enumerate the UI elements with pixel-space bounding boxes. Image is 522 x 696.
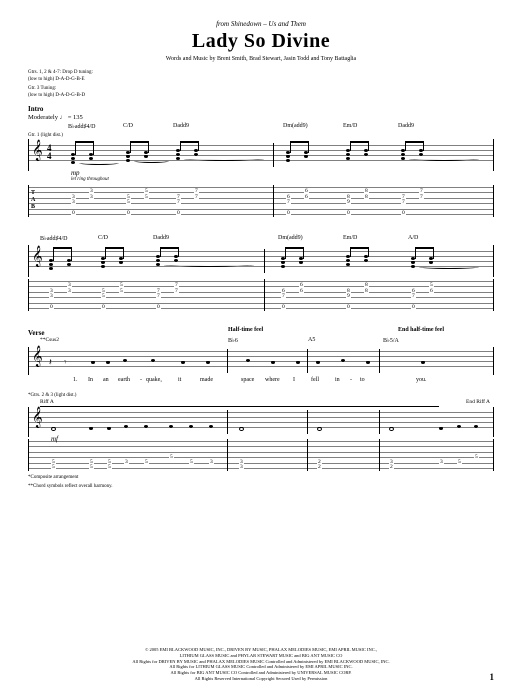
vocal-staff: 𝄞 𝄽 𝄾 <box>28 347 494 375</box>
gtr-label-2: *Gtrs. 2 & 3 (light dist.) <box>28 393 494 398</box>
notation-staff-1: 𝄞 44 mp let ring throughout <box>28 139 494 171</box>
page-number: 1 <box>490 672 495 682</box>
verse-system: Verse **Csus2 B♭6 A5 B♭5/A Half-time fee… <box>28 329 494 489</box>
footnote-2: **Chord symbols reflect overall harmony. <box>28 484 494 489</box>
tab-staff-2: 330 33 550 55 770 77 670 66 890 88 670 5… <box>28 279 494 311</box>
source-line: from Shinedown – Us and Them <box>28 20 494 28</box>
riff-end: End Riff A <box>466 399 490 405</box>
guitar-tab-verse: 55 55 55 3 5 5 5 3 33 22 32 3 5 5 <box>28 439 494 471</box>
end-half-time-feel: End half-time feel <box>398 327 444 333</box>
chord-row-1: B♭add♯4/D C/D Dadd9 Dm(add9) Em/D Dadd9 <box>28 123 494 133</box>
chord: A/D <box>408 235 418 241</box>
sheet-header: from Shinedown – Us and Them Lady So Div… <box>28 20 494 62</box>
gtr-label: Gtr. 1 (light dist.) <box>28 133 494 138</box>
chord: B♭add♯4/D <box>40 235 68 242</box>
chord: Dadd9 <box>153 235 169 241</box>
copyright-line: All Rights Reserved International Copyri… <box>28 676 494 682</box>
lyric-num: 1. <box>73 377 78 383</box>
system-2: B♭add♯4/D C/D Dadd9 Dm(add9) Em/D A/D 𝄞 … <box>28 235 494 311</box>
chord: Em/D <box>343 235 357 241</box>
intro-label: Intro <box>28 105 494 113</box>
half-time-feel: Half-time feel <box>228 327 263 333</box>
tuning-line-4: (low to high) D-A-D-G-B-D <box>28 93 494 100</box>
barline <box>264 249 265 273</box>
treble-clef-icon: 𝄞 <box>32 247 43 265</box>
verse-chord-row: **Csus2 B♭6 A5 B♭5/A Half-time feel End … <box>28 337 494 347</box>
chord: Dadd9 <box>398 123 414 129</box>
chord: B♭5/A <box>383 337 399 344</box>
chord: C/D <box>123 123 133 129</box>
barline <box>227 349 228 373</box>
intro-heading: Intro Moderately ♩ = 135 <box>28 105 494 121</box>
dynamic-mp: mp <box>71 169 80 177</box>
copyright-footer: © 2005 EMI BLACKWOOD MUSIC, INC., DRIVEN… <box>28 647 494 682</box>
chord: B♭add♯4/D <box>68 123 96 130</box>
time-signature: 44 <box>47 144 52 160</box>
tuning-block: Gtrs. 1, 2 & 4-7: Drop D tuning: (low to… <box>28 70 494 99</box>
notation-staff-2: 𝄞 <box>28 245 494 277</box>
chord: Em/D <box>343 123 357 129</box>
chord: Dm(add9) <box>278 235 303 241</box>
tab-staff-1: T A B 330 33 550 55 770 77 670 66 890 88… <box>28 185 494 217</box>
treble-clef-icon: 𝄞 <box>32 408 43 426</box>
chord-row-2: B♭add♯4/D C/D Dadd9 Dm(add9) Em/D A/D <box>28 235 494 245</box>
barline <box>307 349 308 373</box>
riff-label: Riff A <box>40 399 54 405</box>
treble-clef-icon: 𝄞 <box>32 347 43 365</box>
footnote-1: *Composite arrangement <box>28 475 494 480</box>
tab-label: T A B <box>31 190 35 211</box>
chord: A5 <box>308 337 315 343</box>
chord: C/D <box>98 235 108 241</box>
system-1: B♭add♯4/D C/D Dadd9 Dm(add9) Em/D Dadd9 … <box>28 123 494 217</box>
credits: Words and Music by Brent Smith, Brad Ste… <box>28 56 494 62</box>
song-title: Lady So Divine <box>28 30 494 53</box>
chord: Dadd9 <box>173 123 189 129</box>
barline <box>379 349 380 373</box>
let-ring: let ring throughout <box>71 177 109 182</box>
chord: B♭6 <box>228 337 238 344</box>
treble-clef-icon: 𝄞 <box>32 141 43 159</box>
barline <box>273 143 274 167</box>
album-name: Us and Them <box>269 20 306 28</box>
guitar-staff-verse: 𝄞 mf <box>28 407 494 437</box>
tempo-marking: Moderately ♩ = 135 <box>28 114 494 121</box>
lyrics: 1. In an earth - quake, it made space wh… <box>28 377 494 387</box>
source-prefix: from Shinedown – <box>216 20 268 28</box>
chord: **Csus2 <box>40 337 46 343</box>
chord: Dm(add9) <box>283 123 308 129</box>
